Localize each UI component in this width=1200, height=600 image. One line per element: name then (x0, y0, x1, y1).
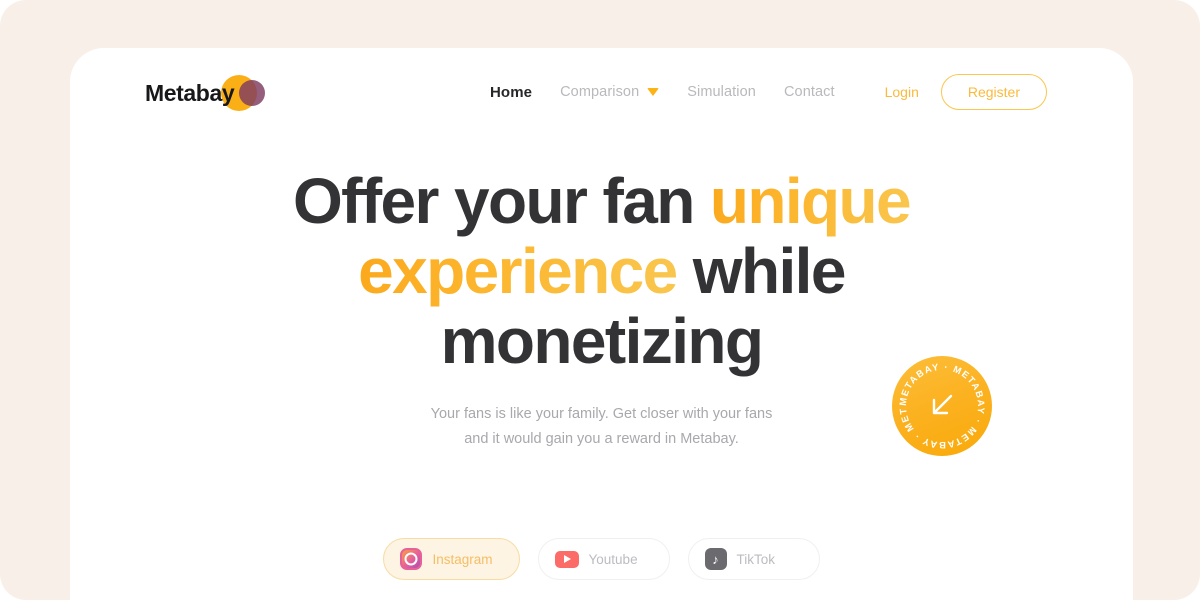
nav-item-contact[interactable]: Contact (784, 84, 835, 100)
nav-item-contact-label: Contact (783, 84, 835, 100)
social-pill-tiktok-label: TikTok (736, 551, 776, 567)
page-title: Offer your fan unique experience while m… (70, 166, 1133, 376)
nav-item-home-label: Home (490, 83, 533, 101)
social-pill-instagram-label: Instagram (432, 551, 493, 567)
hero-title-line3: monetizing (440, 305, 764, 377)
page-root: Metabay Home Comparison Simulation Conta… (0, 0, 1200, 600)
youtube-icon (554, 550, 579, 568)
social-pill-youtube-label: Youtube (588, 551, 638, 567)
login-link[interactable]: Login (885, 84, 919, 100)
nav-item-home[interactable]: Home (490, 84, 532, 101)
hero-title-line1-plain: Offer your fan (292, 165, 710, 237)
register-button[interactable]: Register (940, 74, 1047, 110)
chevron-down-icon[interactable] (647, 88, 660, 96)
nav-item-simulation-label: Simulation (687, 84, 756, 100)
social-pill-youtube[interactable]: Youtube (537, 538, 670, 580)
nav-item-comparison[interactable]: Comparison (560, 84, 660, 100)
site-card: Metabay Home Comparison Simulation Conta… (70, 48, 1133, 600)
hero-subtitle-line2: and it would gain you a reward in Metaba… (464, 431, 739, 447)
nav-item-comparison-label: Comparison (560, 84, 640, 100)
metabay-rotating-badge[interactable]: METABAY · METABAY · METABAY · METABAY · (892, 356, 992, 456)
social-pill-instagram[interactable]: Instagram (383, 538, 520, 580)
hero-title-line2-plain: while (676, 235, 847, 307)
brand-circle-purple-icon (239, 80, 265, 106)
tiktok-icon: ♪ (704, 548, 727, 570)
site-header: Metabay Home Comparison Simulation Conta… (70, 48, 1133, 136)
instagram-icon (400, 548, 423, 570)
hero-subtitle-line1: Your fans is like your family. Get close… (430, 406, 773, 422)
arrow-down-left-icon (925, 389, 959, 423)
social-pill-tiktok[interactable]: ♪ TikTok (687, 538, 820, 580)
social-platform-selector: Instagram Youtube ♪ TikTok (70, 538, 1133, 580)
brand-name: Metabay (145, 79, 235, 106)
brand-logo[interactable]: Metabay (145, 74, 265, 112)
main-nav: Home Comparison Simulation Contact (490, 48, 835, 136)
hero-title-line2-accent: experience (358, 235, 678, 307)
auth-area: Login Register (885, 48, 1047, 136)
hero-title-line1-accent: unique (709, 165, 912, 237)
nav-item-simulation[interactable]: Simulation (687, 84, 756, 100)
